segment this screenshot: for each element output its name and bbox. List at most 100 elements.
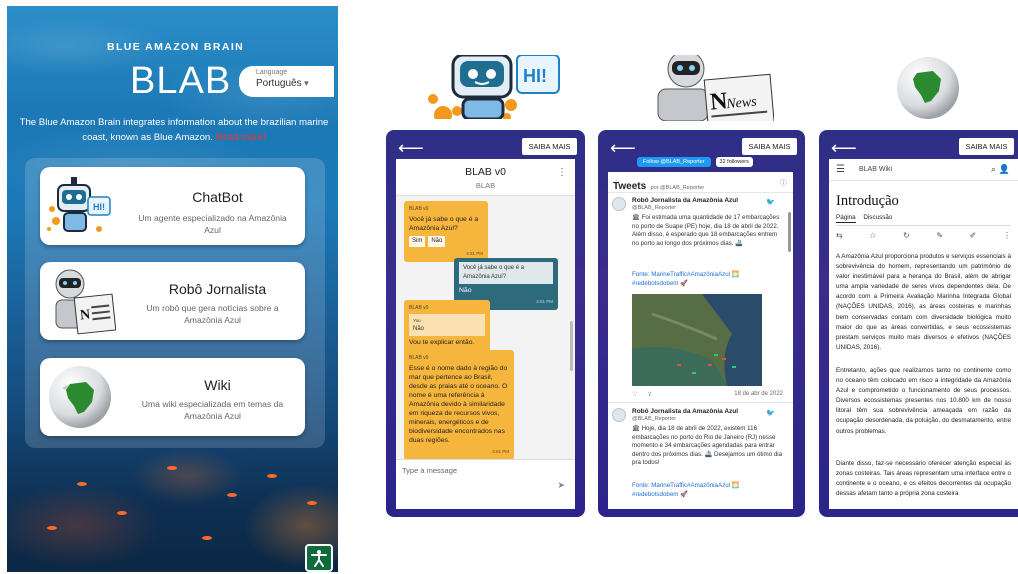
blab-logo: BLAB	[130, 60, 232, 102]
arrow-left-icon[interactable]: ⟵	[610, 139, 636, 157]
tweets-timeline: Tweets por @BLAB_Reporter ⓘ Robô Jornali…	[608, 172, 793, 509]
svg-text:N: N	[79, 308, 91, 324]
info-icon[interactable]: ⓘ	[780, 178, 787, 188]
divider	[836, 225, 1011, 226]
bot-message: BLAB v0 Você já sabe o que é a Amazônia …	[404, 201, 488, 262]
tweet-author: Robô Jornalista da Amazônia Azul	[632, 197, 739, 204]
quoted-message: Você já sabe o que é a Amazônia Azul?	[459, 262, 553, 284]
globe-illustration	[893, 55, 963, 121]
avatar	[612, 197, 626, 211]
tweet-text: 🏛 Foi estimada uma quantidade de 17 emba…	[632, 214, 780, 247]
language-icon[interactable]: ⇆	[836, 231, 843, 240]
arrow-left-icon[interactable]: ⟵	[831, 139, 857, 157]
more-icon[interactable]: ⋮	[1003, 231, 1011, 240]
robot-news-icon: N	[55, 269, 116, 335]
article-paragraph: A Amazônia Azul proporciona produtos e s…	[836, 253, 1011, 351]
chatbot-phone: ⟵ SAIBA MAIS BLAB v0 BLAB ⋮ BLAB v0 Você…	[386, 130, 585, 517]
chat-header: BLAB v0 BLAB ⋮	[396, 159, 575, 196]
message-author: BLAB v0	[409, 305, 429, 311]
wiki-screen: ☰ BLAB Wiki ⌕ 👤 Introdução Página Discus…	[829, 159, 1018, 509]
option-nao-button[interactable]: Não	[428, 236, 446, 247]
fish-decoration	[77, 482, 87, 486]
tweet-source: Fonte: MarineTraffic#AmazôniaAzul 🌅 #red…	[632, 271, 783, 288]
chat-subtitle: BLAB	[475, 181, 496, 190]
wiki-card[interactable]: Wiki Uma wiki especializada em temas da …	[40, 358, 305, 436]
user-icon[interactable]: 👤	[999, 164, 1010, 175]
menu-icon[interactable]: ☰	[836, 164, 845, 175]
tweet-source: Fonte: MarineTraffic#AmazôniaAzul 🌅 #red…	[632, 482, 783, 499]
message-text: Esse é o nome dado à região do mar que p…	[409, 365, 508, 444]
twitter-phone: ⟵ SAIBA MAIS Follow @BLAB_Reporter 32 fo…	[598, 130, 805, 517]
fish-decoration	[117, 511, 127, 515]
follow-button[interactable]: Follow @BLAB_Reporter	[637, 157, 711, 167]
search-icon[interactable]: ⌕	[991, 164, 996, 175]
chat-screen: BLAB v0 BLAB ⋮ BLAB v0 Você já sabe o qu…	[396, 159, 575, 509]
saiba-mais-button[interactable]: SAIBA MAIS	[742, 138, 797, 155]
card-description: Um robô que gera notícias sobre a Amazôn…	[146, 303, 279, 325]
message-time: 4:51 PM	[492, 449, 509, 454]
robo-jornalista-card[interactable]: N Robô Jornalista Um robô que gera notíc…	[40, 262, 305, 340]
accessibility-figure	[311, 550, 327, 567]
card-description: Uma wiki especializada em temas da Amazô…	[141, 399, 284, 421]
message-placeholder: Type a message	[402, 466, 458, 475]
journalist-robot-illustration: N News	[650, 55, 774, 121]
edit-icon[interactable]: ✎	[936, 231, 943, 240]
language-select[interactable]: Language Português	[239, 66, 334, 97]
wiki-title: BLAB Wiki	[859, 166, 893, 173]
tab-pagina[interactable]: Página	[836, 214, 856, 223]
share-icon[interactable]: ⇪	[647, 392, 652, 398]
twitter-bird-icon: 🐦	[766, 199, 775, 206]
card-description: Um agente especializado na Amazônia Azul	[138, 213, 287, 235]
article-actions: ⇆ ☆ ↻ ✎ ✐ ⋮	[836, 231, 1011, 240]
option-sim-button[interactable]: Sim	[409, 236, 426, 247]
message-text: Vou te explicar então.	[409, 339, 475, 346]
saiba-mais-button[interactable]: SAIBA MAIS	[522, 138, 577, 155]
quoted-message: You Não	[409, 314, 485, 336]
star-icon[interactable]: ☆	[869, 231, 876, 240]
message-input[interactable]: Type a message ➤	[396, 459, 575, 509]
message-time: 4:51 PM	[466, 251, 483, 256]
fish-decoration	[227, 493, 237, 497]
saiba-mais-button[interactable]: SAIBA MAIS	[959, 138, 1014, 155]
timeline-scrollbar[interactable]	[788, 212, 791, 252]
timeline-header: Tweets por @BLAB_Reporter ⓘ	[608, 172, 793, 193]
more-options-icon[interactable]: ⋮	[557, 167, 567, 178]
chat-title: BLAB v0	[465, 166, 506, 178]
arrow-left-icon[interactable]: ⟵	[398, 139, 424, 157]
globe-brazil-icon	[49, 366, 111, 428]
screenshot-root: BLUE AMAZON BRAIN BLAB Language Portuguê…	[0, 0, 1018, 574]
edit-source-icon[interactable]: ✐	[970, 231, 977, 240]
tweet-map-image[interactable]	[632, 294, 762, 386]
card-title: Wiki	[204, 377, 231, 393]
tweet-handle: @BLAB_Reporter	[632, 416, 677, 422]
card-title: Robô Jornalista	[168, 281, 267, 297]
tweet-hashtags[interactable]: Fonte: MarineTraffic#AmazôniaAzul 🌅 #red…	[632, 271, 739, 287]
send-icon[interactable]: ➤	[557, 480, 565, 491]
article-heading: Introdução	[836, 193, 899, 209]
message-author: BLAB v0	[409, 206, 429, 212]
chatbot-card[interactable]: HI! ChatBot Um agente especializado na A…	[40, 167, 305, 245]
bot-message: BLAB v0 Esse é o nome dado à região do m…	[404, 350, 514, 459]
tab-discussao[interactable]: Discussão	[863, 214, 892, 221]
fish-decoration	[267, 474, 277, 478]
chat-scrollbar[interactable]	[570, 321, 573, 371]
tweet: Robô Jornalista da Amazônia Azul @BLAB_R…	[608, 193, 793, 403]
article-paragraph: Entretanto, ações que realizamos tanto n…	[836, 367, 1011, 435]
accessibility-icon[interactable]	[305, 544, 333, 572]
timeline-title: Tweets	[613, 181, 647, 192]
fish-decoration	[47, 526, 57, 530]
article-tabs: Página Discussão	[836, 214, 898, 223]
language-caption: Language	[256, 69, 288, 76]
robot-hi-icon: HI!	[47, 177, 111, 232]
history-icon[interactable]: ↻	[903, 231, 910, 240]
like-icon[interactable]: ♡	[632, 392, 637, 398]
tweet-hashtags[interactable]: Fonte: MarineTraffic#AmazôniaAzul 🌅 #red…	[632, 482, 739, 498]
fish-decoration	[202, 536, 212, 540]
tweet: Robô Jornalista da Amazônia Azul @BLAB_R…	[608, 404, 793, 509]
quote-text: Não	[413, 326, 425, 332]
tweet-text: 🏛 Hoje, dia 18 de abril de 2022, existem…	[632, 425, 783, 466]
read-more-link[interactable]: Read more!	[216, 132, 266, 143]
tweet-date: 18 de abr de 2022	[734, 391, 783, 397]
quote-author: You	[413, 318, 421, 323]
wiki-phone: ⟵ SAIBA MAIS ☰ BLAB Wiki ⌕ 👤 Introdução …	[819, 130, 1018, 517]
